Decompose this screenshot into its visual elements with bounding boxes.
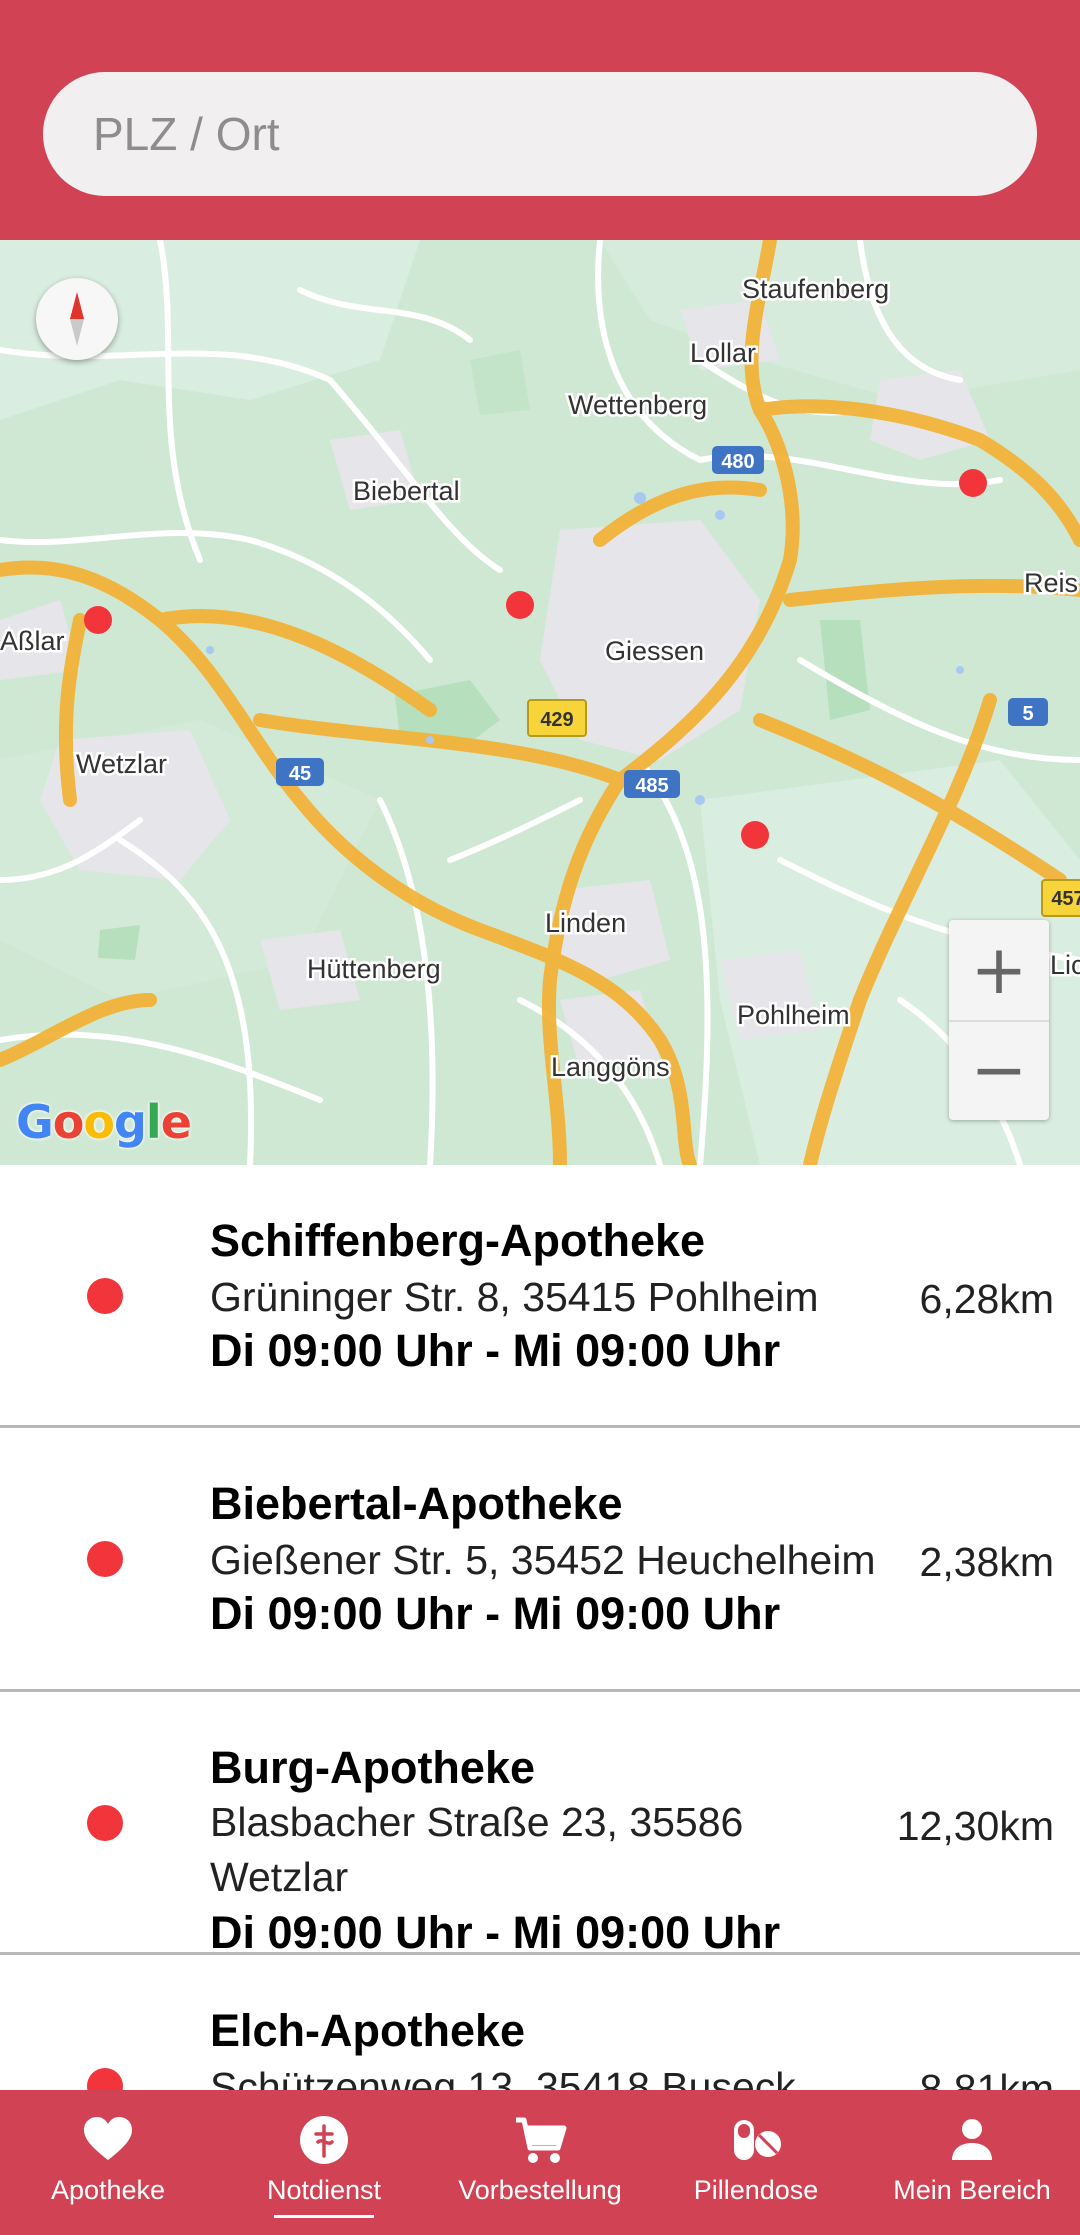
zoom-controls: + − [949, 920, 1049, 1120]
map-label-staufenberg: Staufenberg [742, 274, 889, 304]
pharmacy-marker-icon [87, 1278, 123, 1314]
compass-button[interactable] [36, 278, 118, 360]
nav-label: Mein Bereich [893, 2175, 1051, 2205]
pharmacy-distance: 6,28km [919, 1276, 1054, 1322]
zoom-in-button[interactable]: + [949, 920, 1049, 1022]
shield-b429: 429 [540, 709, 573, 731]
pill-icon [734, 2120, 781, 2160]
shield-a480: 480 [721, 451, 754, 473]
map-label-wettenberg: Wettenberg [568, 390, 707, 420]
pharmacy-list[interactable]: Schiffenberg-Apotheke Grüninger Str. 8, … [0, 1165, 1080, 2090]
shield-a457: 457 [1051, 888, 1080, 910]
nav-label: Notdienst [266, 2175, 382, 2205]
pharmacy-name: Burg-Apotheke [210, 1742, 535, 1793]
map-label-asslar: Aßlar [0, 626, 65, 656]
list-item[interactable]: Schiffenberg-Apotheke Grüninger Str. 8, … [0, 1165, 1080, 1428]
pharmacy-name: Elch-Apotheke [210, 2005, 526, 2056]
nav-item-vorbestellung[interactable]: Vorbestellung [432, 2090, 648, 2235]
pharmacy-hours: Di 09:00 Uhr - Mi 09:00 Uhr [210, 1907, 781, 1958]
map-marker[interactable] [741, 821, 769, 849]
pharmacy-distance: 12,30km [896, 1803, 1054, 1849]
nav-label: Pillendose [693, 2175, 819, 2205]
map-label-lollar: Lollar [690, 338, 756, 368]
pharmacy-address: Schützenweg 13, 35418 Buseck [210, 2064, 796, 2090]
list-item[interactable]: Elch-Apotheke Schützenweg 13, 35418 Buse… [0, 1955, 1080, 2090]
pharmacy-hours: Di 09:00 Uhr - Mi 09:00 Uhr [210, 1588, 781, 1639]
search-input[interactable] [43, 72, 1037, 196]
heart-icon [84, 2117, 132, 2160]
nav-item-mein-bereich[interactable]: Mein Bereich [864, 2090, 1080, 2235]
map-marker[interactable] [506, 591, 534, 619]
nav-item-pillendose[interactable]: Pillendose [648, 2090, 864, 2235]
map-canvas[interactable]: Staufenberg Lollar Wettenberg Biebertal … [0, 240, 1080, 1165]
nav-item-notdienst[interactable]: Notdienst [216, 2090, 432, 2235]
map-label-huettenberg: Hüttenberg [307, 954, 441, 984]
active-indicator [274, 2215, 374, 2218]
pharmacy-marker-icon [87, 2068, 123, 2090]
pharmacy-distance: 8,81km [919, 2066, 1054, 2090]
map-label-wetzlar: Wetzlar [76, 749, 167, 779]
nav-label: Vorbestellung [458, 2175, 622, 2205]
google-logo: Google [16, 1095, 192, 1149]
shield-a485: 485 [635, 775, 668, 797]
pharmacy-name: Biebertal-Apotheke [210, 1478, 623, 1529]
pharmacy-hours: Di 09:00 Uhr - Mi 09:00 Uhr [210, 1325, 781, 1376]
map-label-langgoens: Langgöns [551, 1052, 670, 1082]
header [0, 0, 1080, 240]
map-label-biebertal: Biebertal [353, 476, 460, 506]
pharmacy-address: Grüninger Str. 8, 35415 Pohlheim [210, 1274, 819, 1320]
map-label-pohlheim: Pohlheim [737, 1000, 850, 1030]
pharmacy-marker-icon [87, 1805, 123, 1841]
pharmacy-address: Blasbacher Straße 23, 35586 Wetzlar [210, 1799, 744, 1900]
cart-icon [516, 2117, 567, 2163]
shield-a5: 5 [1022, 703, 1033, 725]
map-label-lic: Lic [1050, 950, 1080, 980]
pharmacy-marker-icon [87, 1541, 123, 1577]
pharmacy-icon [300, 2116, 348, 2164]
map-marker[interactable] [84, 606, 112, 634]
map-marker[interactable] [959, 469, 987, 497]
map-label-giessen: Giessen [605, 636, 704, 666]
bottom-navigation: Apotheke Notdienst Vorbestellung Pillend… [0, 2090, 1080, 2235]
nav-item-apotheke[interactable]: Apotheke [0, 2090, 216, 2235]
list-item[interactable]: Biebertal-Apotheke Gießener Str. 5, 3545… [0, 1428, 1080, 1692]
zoom-out-button[interactable]: − [949, 1020, 1049, 1120]
compass-icon [70, 292, 84, 346]
map-label-linden: Linden [545, 908, 626, 938]
pharmacy-name: Schiffenberg-Apotheke [210, 1215, 706, 1266]
pharmacy-address: Gießener Str. 5, 35452 Heuchelheim [210, 1537, 876, 1583]
shield-a45: 45 [289, 763, 311, 785]
user-icon [952, 2119, 992, 2160]
map-label-reis: Reis [1024, 568, 1078, 598]
list-item[interactable]: Burg-Apotheke Blasbacher Straße 23, 3558… [0, 1692, 1080, 1958]
nav-label: Apotheke [50, 2175, 166, 2205]
map[interactable]: Staufenberg Lollar Wettenberg Biebertal … [0, 240, 1080, 1165]
pharmacy-distance: 2,38km [919, 1539, 1054, 1585]
